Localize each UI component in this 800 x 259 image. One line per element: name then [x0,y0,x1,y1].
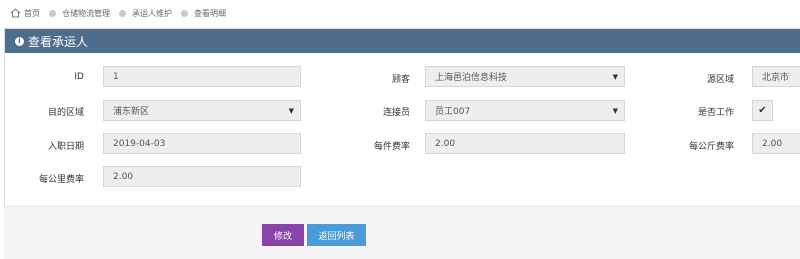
breadcrumb-separator [181,9,188,17]
breadcrumb-carrier[interactable]: 承运人维护 [132,8,172,19]
customer-value: 上海邑泊信息科技 [435,73,508,83]
info-circle-icon: i [15,36,24,46]
home-icon [10,8,21,18]
per-km-rate-field[interactable]: 2.00 [103,166,301,187]
hire-date-label: 入职日期 [47,142,84,152]
source-region-field[interactable]: 北京市 [752,66,800,87]
back-to-list-button[interactable]: 返回列表 [307,224,366,246]
checkmark-icon: ✔ [758,105,767,116]
per-kg-rate-field[interactable]: 2.00 [752,133,800,154]
per-item-rate-field[interactable]: 2.00 [425,133,625,154]
caret-down-icon: ▼ [288,107,294,115]
liaison-label: 连接员 [382,108,410,118]
breadcrumb-home-label: 首页 [24,8,40,18]
liaison-value: 员工007 [435,107,471,117]
edit-button[interactable]: 修改 [262,224,304,246]
per-item-rate-label: 每件费率 [373,142,410,152]
hire-date-field[interactable]: 2019-04-03 [103,133,301,154]
source-region-label: 源区域 [706,75,734,85]
customer-label: 顾客 [391,75,410,85]
breadcrumb: 首页 仓储物流管理 承运人维护 查看明细 [0,0,800,26]
breadcrumb-separator [119,9,126,17]
per-km-rate-value: 2.00 [113,171,134,182]
form-footer [4,206,800,259]
panel-title: 查看承运人 [28,34,89,49]
per-kg-rate-value: 2.00 [762,138,783,149]
source-region-value: 北京市 [762,73,790,83]
target-region-value: 浦东新区 [113,107,150,117]
per-km-rate-label: 每公里费率 [38,175,84,185]
target-region-label: 目的区域 [47,108,84,118]
breadcrumb-current: 查看明细 [194,8,226,18]
is-working-label: 是否工作 [697,108,734,118]
panel-header: i 查看承运人 [5,29,800,53]
target-region-select[interactable]: 浦东新区 ▼ [103,100,301,121]
breadcrumb-warehouse[interactable]: 仓储物流管理 [62,8,110,19]
breadcrumb-home[interactable]: 首页 [10,8,40,19]
breadcrumb-separator [49,9,56,17]
caret-down-icon: ▼ [612,107,618,115]
id-value: 1 [113,71,119,82]
caret-down-icon: ▼ [612,73,618,81]
customer-select[interactable]: 上海邑泊信息科技 ▼ [425,66,625,87]
per-kg-rate-label: 每公斤费率 [688,142,734,152]
liaison-select[interactable]: 员工007 ▼ [425,100,625,121]
is-working-checkbox[interactable]: ✔ [752,100,773,121]
per-item-rate-value: 2.00 [435,138,456,149]
hire-date-value: 2019-04-03 [113,138,166,149]
id-label: ID [74,72,84,82]
id-field[interactable]: 1 [103,66,301,87]
